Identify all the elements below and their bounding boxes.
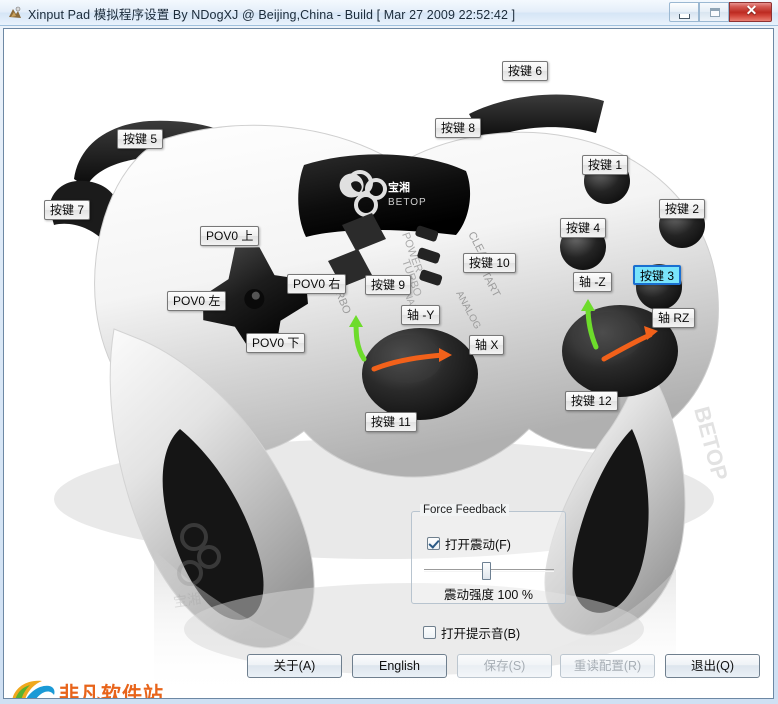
mapping-label-button-5[interactable]: 按键 5 (117, 129, 164, 149)
mapping-label-button-11[interactable]: 按键 11 (365, 412, 417, 432)
vibration-checkbox[interactable]: 打开震动(F) (427, 534, 511, 553)
mapping-label-button-7[interactable]: 按键 7 (44, 200, 91, 220)
mapping-label-axis-x[interactable]: 轴 X (469, 335, 505, 355)
minimize-button[interactable] (669, 2, 699, 22)
slider-thumb[interactable] (482, 562, 491, 580)
title-bar[interactable]: Xinput Pad 模拟程序设置 By NDogXJ @ Beijing,Ch… (0, 0, 778, 26)
vibration-strength-slider[interactable] (424, 560, 554, 580)
beep-checkbox[interactable]: 打开提示音(B) (423, 623, 520, 642)
close-icon: ✕ (745, 4, 758, 19)
checkbox-box-beep[interactable] (423, 626, 436, 639)
mapping-label-button-2[interactable]: 按键 2 (659, 199, 706, 219)
mapping-label-button-1[interactable]: 按键 1 (582, 155, 629, 175)
mapping-label-button-8[interactable]: 按键 8 (435, 118, 482, 138)
window-title: Xinput Pad 模拟程序设置 By NDogXJ @ Beijing,Ch… (28, 8, 516, 22)
minimize-icon (679, 14, 690, 19)
mapping-label-axis-rz[interactable]: 轴 RZ (652, 308, 696, 328)
vibration-strength-label: 震动强度 100 % (444, 588, 533, 602)
client-area: 宝湘 BETOP POWER TURBO ANALOG CLEAR START … (3, 28, 774, 699)
svg-text:BETOP: BETOP (388, 197, 427, 208)
english-button[interactable]: English (352, 654, 447, 678)
mapping-label-button-10[interactable]: 按键 10 (463, 253, 516, 273)
crsky-watermark: 非凡软件站 CRSKY.com (4, 673, 164, 699)
mapping-label-button-9[interactable]: 按键 9 (365, 275, 412, 295)
maximize-icon (710, 8, 720, 17)
save-button: 保存(S) (457, 654, 552, 678)
mapping-label-pov0-left[interactable]: POV0 左 (167, 291, 227, 311)
mapping-label-button-4[interactable]: 按键 4 (560, 218, 607, 238)
maximize-button[interactable] (699, 2, 729, 22)
svg-text:宝湘: 宝湘 (388, 180, 410, 194)
mapping-label-pov0-right[interactable]: POV0 右 (287, 274, 347, 294)
mapping-label-axis-z[interactable]: 轴 -Z (573, 272, 612, 292)
about-button[interactable]: 关于(A) (247, 654, 342, 678)
app-icon (9, 6, 21, 18)
beep-checkbox-label: 打开提示音(B) (441, 627, 521, 641)
exit-button[interactable]: 退出(Q) (665, 654, 760, 678)
close-button[interactable]: ✕ (729, 2, 772, 22)
mapping-label-button-3[interactable]: 按键 3 (633, 265, 682, 285)
checkbox-box-vibration[interactable] (427, 537, 440, 550)
crsky-logo-icon (12, 680, 55, 698)
mapping-label-pov0-up[interactable]: POV0 上 (200, 226, 260, 246)
mapping-label-pov0-down[interactable]: POV0 下 (246, 333, 306, 353)
force-feedback-group: Force Feedback 打开震动(F) 震动强度 100 % (411, 504, 566, 604)
mapping-label-axis-y[interactable]: 轴 -Y (401, 305, 441, 325)
app-window: Xinput Pad 模拟程序设置 By NDogXJ @ Beijing,Ch… (0, 0, 778, 704)
mapping-label-button-12[interactable]: 按键 12 (565, 391, 618, 411)
vibration-checkbox-label: 打开震动(F) (445, 538, 511, 552)
mapping-label-button-6[interactable]: 按键 6 (502, 61, 549, 81)
watermark-cn-text: 非凡软件站 (59, 682, 164, 699)
reload-config-button: 重读配置(R) (560, 654, 655, 678)
force-feedback-title: Force Feedback (420, 504, 510, 516)
